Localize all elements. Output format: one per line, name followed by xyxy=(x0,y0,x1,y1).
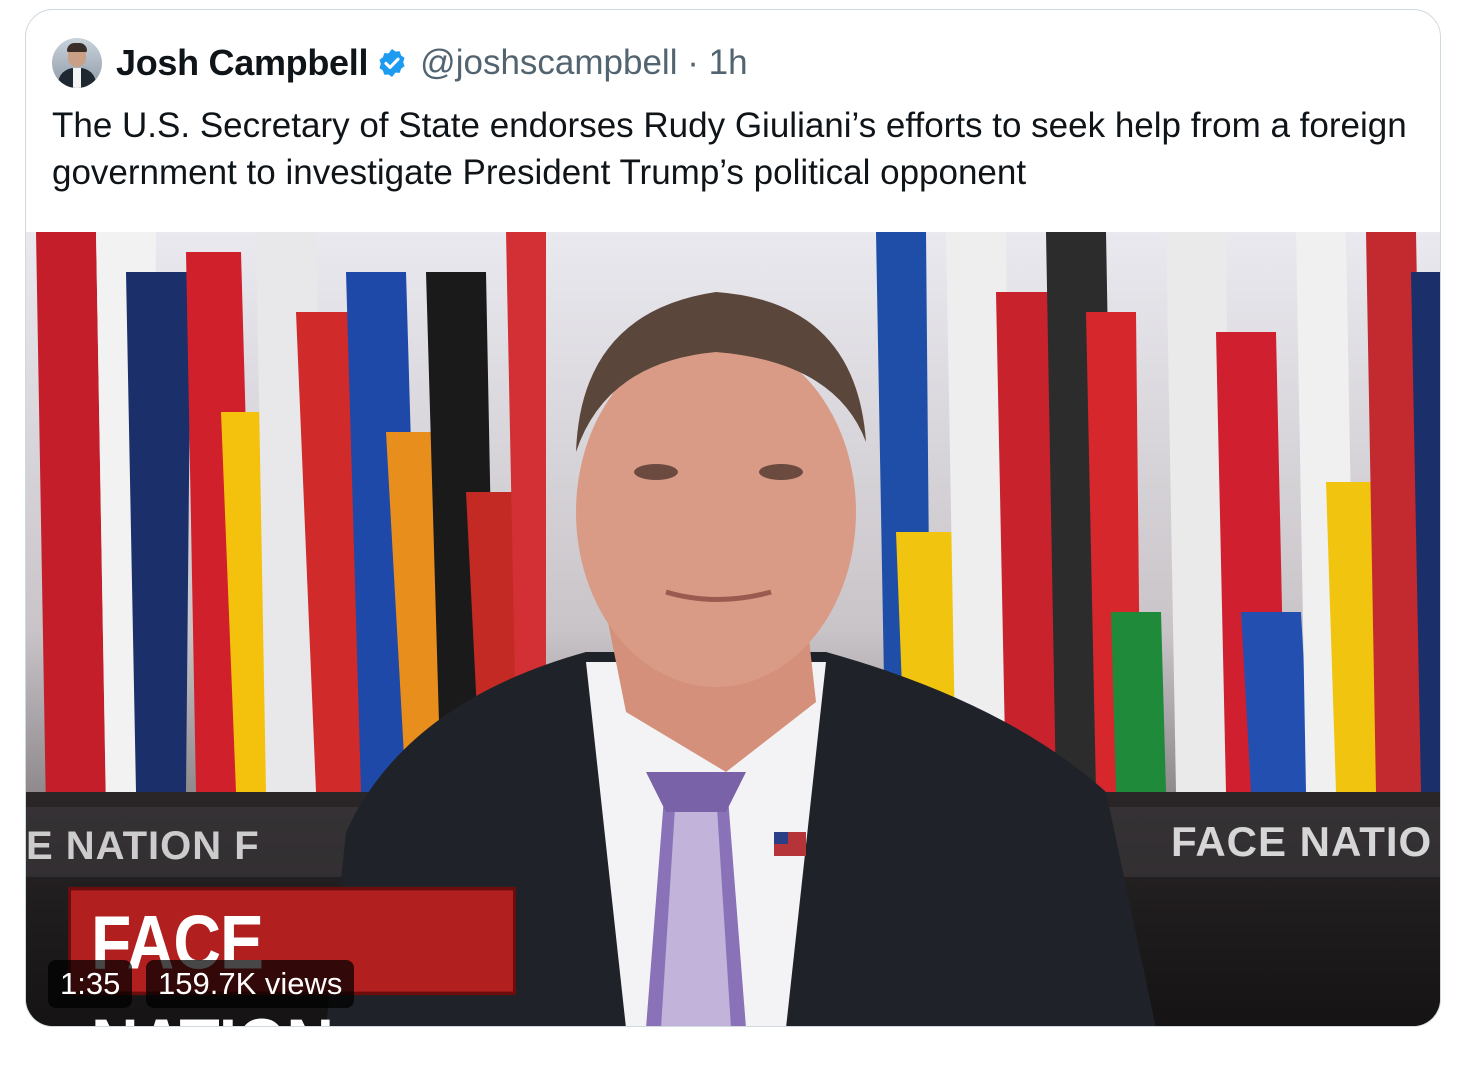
verified-badge-icon xyxy=(379,49,405,77)
backdrop-logo-right: FACE NATIO xyxy=(1171,818,1433,865)
author-name[interactable]: Josh Campbell xyxy=(116,42,368,84)
video-duration: 1:35 xyxy=(48,960,133,1008)
video-views: 159.7K views xyxy=(146,960,355,1008)
timestamp: 1h xyxy=(708,43,748,82)
tweet-header: Josh Campbell @joshscampbell · 1h xyxy=(52,36,748,90)
tweet-text: The U.S. Secretary of State endorses Rud… xyxy=(52,106,1407,192)
avatar[interactable] xyxy=(52,38,102,88)
video-player[interactable]: E NATION F FACE NATIO FACE NATION 1:35 1… xyxy=(26,232,1440,1026)
author-handle[interactable]: @joshscampbell · 1h xyxy=(420,43,747,83)
backdrop-logo-left: E NATION F xyxy=(26,824,260,868)
tweet-card[interactable]: Josh Campbell @joshscampbell · 1h The U.… xyxy=(25,9,1441,1027)
